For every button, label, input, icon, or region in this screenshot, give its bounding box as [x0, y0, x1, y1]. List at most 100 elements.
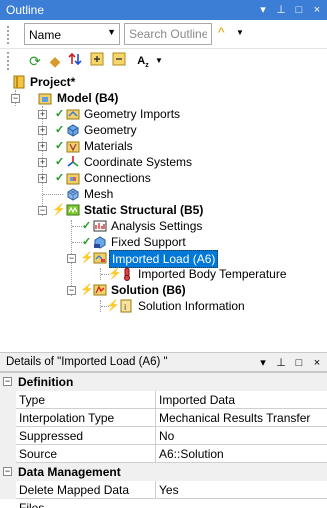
property-key: Delete Mapped Data Files — [16, 481, 156, 508]
tree-node-label: Geometry — [84, 123, 137, 137]
tree-node-label: Geometry Imports — [84, 107, 181, 121]
tree-node-materials[interactable]: + ✓ Materials — [0, 138, 327, 154]
tree-node-analysis-settings[interactable]: ✓ Analysis Settings — [0, 218, 327, 234]
tree-node-label: Project* — [30, 75, 76, 89]
search-options-button[interactable]: ^ ▼ — [218, 24, 248, 44]
tree-node-geometry-imports[interactable]: + ✓ Geometry Imports — [0, 106, 327, 122]
tree-node-label: Materials — [84, 139, 133, 153]
status-lightning-icon: ⚡ — [106, 300, 120, 312]
property-value[interactable]: Yes — [156, 481, 327, 499]
property-value[interactable]: No — [156, 427, 327, 445]
tree-node-geometry[interactable]: + ✓ Geometry — [0, 122, 327, 138]
tree-node-imported-load[interactable]: − ⚡ Imported Load (A6) — [0, 250, 327, 268]
eraser-icon[interactable]: ◆ — [46, 52, 64, 70]
chevron-down-icon: ▼ — [107, 27, 116, 37]
panel-menu-icon[interactable]: ▾ — [257, 355, 269, 371]
collapse-toggle[interactable]: − — [67, 286, 76, 295]
property-key: Suppressed — [16, 427, 156, 445]
section-name: Data Management — [18, 465, 121, 479]
imported-load-icon — [93, 251, 107, 265]
tree-node-connections[interactable]: + ✓ Connections — [0, 170, 327, 186]
tree-node-model[interactable]: − Model (B4) — [0, 90, 327, 106]
maximize-icon[interactable]: □ — [293, 355, 305, 371]
mesh-icon — [66, 187, 80, 201]
tree-node-label: Model (B4) — [57, 91, 119, 105]
expand-toggle[interactable]: + — [38, 142, 47, 151]
panel-menu-icon[interactable]: ▾ — [257, 2, 269, 18]
status-check-icon: ✓ — [55, 124, 65, 136]
materials-icon — [66, 139, 80, 153]
collapse-toggle[interactable]: − — [3, 467, 12, 476]
expand-toggle[interactable]: + — [38, 126, 47, 135]
collapse-toggle[interactable]: − — [67, 254, 76, 263]
refresh-icon[interactable]: ⟳ — [26, 52, 44, 70]
expand-all-icon[interactable] — [88, 52, 106, 70]
pin-icon[interactable]: ⊥ — [275, 2, 287, 18]
property-key: Interpolation Type — [16, 409, 156, 427]
tree-node-fixed-support[interactable]: ✓ Fixed Support — [0, 234, 327, 250]
outline-search-toolbar: Name ▼ ^ ▼ — [0, 21, 327, 49]
section-header-data-management[interactable]: − Data Management — [0, 463, 327, 481]
property-row-delete-mapped-data-files[interactable]: Delete Mapped Data Files Yes — [0, 481, 327, 508]
collapse-toggle[interactable]: − — [11, 94, 20, 103]
tree-connector — [72, 242, 82, 243]
property-key: Source — [16, 445, 156, 463]
tree-node-coordinate-systems[interactable]: + ✓ Coordinate Systems — [0, 154, 327, 170]
tree-node-solution-information[interactable]: ⚡ i Solution Information — [0, 298, 327, 314]
status-check-icon: ✓ — [55, 140, 65, 152]
row-gutter — [0, 391, 16, 409]
tree-node-project[interactable]: Project* — [0, 74, 327, 90]
tree-node-label: Connections — [84, 171, 151, 185]
expand-toggle[interactable]: + — [38, 158, 47, 167]
outline-tree: Project* − Model (B4) + ✓ Geometry Impor… — [0, 72, 327, 352]
tree-node-label: Imported Body Temperature — [138, 267, 287, 281]
search-input[interactable] — [124, 23, 212, 45]
expand-toggle[interactable]: + — [38, 174, 47, 183]
property-value[interactable]: A6::Solution — [156, 445, 327, 463]
model-icon — [38, 91, 52, 105]
toolbar-grip[interactable] — [6, 51, 10, 71]
property-key: Type — [16, 391, 156, 409]
connections-icon — [66, 171, 80, 185]
tree-node-mesh[interactable]: Mesh — [0, 186, 327, 202]
status-check-icon: ✓ — [82, 220, 92, 232]
tree-node-label: Fixed Support — [111, 235, 186, 249]
maximize-icon[interactable]: □ — [293, 2, 305, 18]
tree-node-static-structural[interactable]: − ⚡ Static Structural (B5) — [0, 202, 327, 218]
collapse-toggle[interactable]: − — [38, 206, 47, 215]
section-header-definition[interactable]: − Definition — [0, 373, 327, 391]
pin-icon[interactable]: ⊥ — [275, 355, 287, 371]
toolbar-grip[interactable] — [6, 25, 10, 45]
outline-tools-toolbar: ⟳ ◆ Az ▼ — [0, 50, 327, 72]
tree-node-label: Static Structural (B5) — [84, 203, 204, 217]
static-structural-icon — [66, 203, 80, 217]
close-icon[interactable]: × — [311, 2, 323, 18]
property-row-type[interactable]: Type Imported Data — [0, 391, 327, 409]
tree-node-label: Coordinate Systems — [84, 155, 193, 169]
filter-select[interactable]: Name ▼ — [24, 23, 120, 45]
property-value[interactable]: Mechanical Results Transfer — [156, 409, 327, 427]
property-value[interactable]: Imported Data — [156, 391, 327, 409]
tree-node-label: Mesh — [84, 187, 114, 201]
solution-icon — [93, 283, 107, 297]
close-icon[interactable]: × — [311, 355, 323, 371]
geometry-imports-icon — [66, 107, 80, 121]
status-lightning-icon: ⚡ — [80, 284, 94, 296]
collapse-all-icon[interactable] — [110, 52, 128, 70]
tree-node-solution[interactable]: − ⚡ Solution (B6) — [0, 282, 327, 298]
property-row-interpolation-type[interactable]: Interpolation Type Mechanical Results Tr… — [0, 409, 327, 427]
row-gutter — [0, 481, 16, 499]
sort-icon[interactable] — [66, 52, 84, 70]
tree-node-imported-body-temperature[interactable]: ⚡ Imported Body Temperature — [0, 266, 327, 282]
outline-title: Outline — [6, 3, 45, 17]
details-title: Details of "Imported Load (A6) " — [6, 356, 168, 368]
status-check-icon: ✓ — [82, 236, 92, 248]
dropdown-arrow-icon[interactable]: ▼ — [150, 52, 168, 70]
property-row-source[interactable]: Source A6::Solution — [0, 445, 327, 463]
temperature-icon — [120, 267, 134, 281]
collapse-toggle[interactable]: − — [3, 377, 12, 386]
property-row-suppressed[interactable]: Suppressed No — [0, 427, 327, 445]
geometry-icon — [66, 123, 80, 137]
outline-title-bar: Outline ▾ ⊥ □ × — [0, 0, 327, 20]
expand-toggle[interactable]: + — [38, 110, 47, 119]
